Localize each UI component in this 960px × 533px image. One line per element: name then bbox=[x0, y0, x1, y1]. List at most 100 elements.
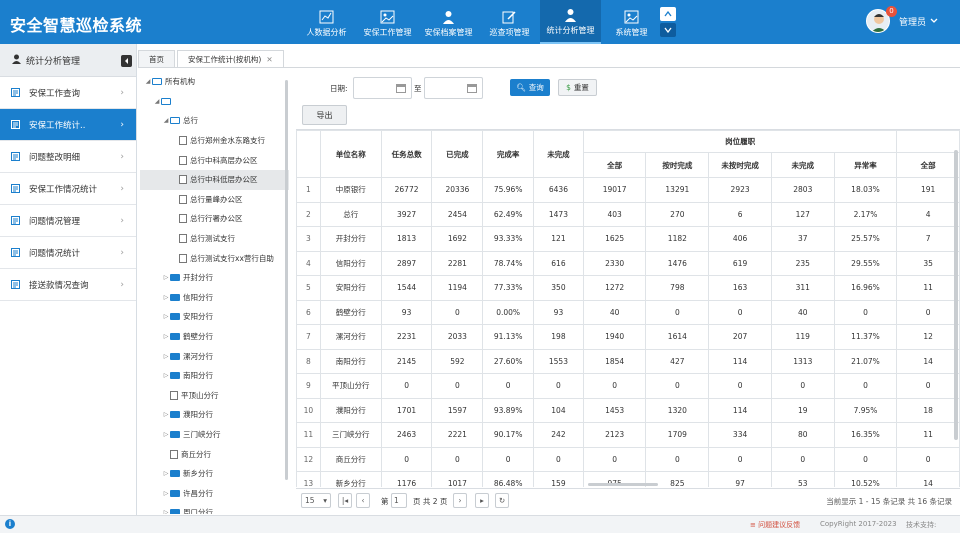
expand-arrow-icon[interactable]: ▷ bbox=[162, 294, 170, 301]
table-row[interactable]: 5 安阳分行 1544 1194 77.33% 350 1272 798 163 311 16.96… bbox=[296, 275, 960, 301]
col-header-sub-2[interactable]: 未按时完成 bbox=[708, 152, 772, 178]
nav-down-icon[interactable] bbox=[660, 23, 676, 37]
nav-item-5[interactable]: 系统管理 bbox=[601, 0, 662, 44]
table-vertical-scrollbar[interactable] bbox=[954, 150, 958, 440]
sidebar-item-6[interactable]: 接送款情况查询 › bbox=[0, 269, 136, 301]
expand-arrow-icon[interactable]: ▷ bbox=[162, 431, 170, 438]
expand-arrow-icon[interactable]: ▷ bbox=[162, 509, 170, 514]
col-header-sub-0[interactable]: 全部 bbox=[582, 152, 647, 178]
expand-arrow-icon[interactable]: ▷ bbox=[162, 313, 170, 320]
tree-node[interactable]: ◢ bbox=[140, 92, 289, 112]
tree-node[interactable]: 平顶山分行 bbox=[140, 386, 289, 406]
expand-arrow-icon[interactable]: ▷ bbox=[162, 274, 170, 281]
tree-scrollbar[interactable] bbox=[285, 80, 288, 480]
table-row[interactable]: 10 濮阳分行 1701 1597 93.89% 104 1453 1320 114 19 7.95… bbox=[296, 397, 960, 423]
collapse-arrow-icon[interactable]: ◢ bbox=[162, 117, 170, 124]
expand-arrow-icon[interactable]: ▷ bbox=[162, 490, 170, 497]
table-horizontal-scrollbar[interactable] bbox=[588, 483, 658, 486]
sidebar-item-5[interactable]: 问题情况统计 › bbox=[0, 237, 136, 269]
col-header-sub-1[interactable]: 按时完成 bbox=[645, 152, 710, 178]
tree-node[interactable]: 总行测试支行 bbox=[140, 229, 289, 249]
search-button[interactable]: 🔍︎ 查询 bbox=[510, 79, 550, 96]
tab-close-icon[interactable]: ✕ bbox=[266, 55, 272, 64]
tree-node[interactable]: 总行中科低层办公区 bbox=[140, 169, 289, 190]
nav-item-1[interactable]: 安保工作管理 bbox=[357, 0, 418, 44]
sidebar-toggle-button[interactable] bbox=[121, 55, 132, 67]
table-row[interactable]: 12 商丘分行 0 0 0 0 0 0 0 0 0 0 bbox=[296, 446, 960, 472]
collapse-arrow-icon[interactable]: ◢ bbox=[153, 98, 161, 105]
notification-badge[interactable]: 0 bbox=[886, 6, 897, 17]
nav-item-0[interactable]: 人数据分析 bbox=[296, 0, 357, 44]
tree-node[interactable]: ▷ 南阳分行 bbox=[140, 366, 289, 386]
tree-node[interactable]: ▷ 安阳分行 bbox=[140, 307, 289, 327]
calendar-icon[interactable] bbox=[467, 84, 477, 93]
tree-node[interactable]: 总行中科高层办公区 bbox=[140, 150, 289, 170]
page-number-input[interactable]: 1 bbox=[391, 493, 407, 508]
table-row[interactable]: 11 三门峡分行 2463 2221 90.17% 242 2123 1709 334 80 16.… bbox=[296, 422, 960, 448]
tree-node[interactable]: ▷ 濮阳分行 bbox=[140, 405, 289, 425]
table-row[interactable]: 1 中原银行 26772 20336 75.96% 6436 19017 13291 2923 2… bbox=[296, 177, 960, 203]
collapse-arrow-icon[interactable]: ◢ bbox=[144, 78, 152, 85]
tree-node[interactable]: ▷ 开封分行 bbox=[140, 268, 289, 288]
export-button[interactable]: 导出 bbox=[302, 105, 347, 125]
expand-arrow-icon[interactable]: ▷ bbox=[162, 333, 170, 340]
tree-node[interactable]: ▷ 周口分行 bbox=[140, 503, 289, 514]
calendar-icon[interactable] bbox=[396, 84, 406, 93]
tree-node[interactable]: ▷ 鹤壁分行 bbox=[140, 327, 289, 347]
next-page-button[interactable]: › bbox=[453, 493, 467, 508]
table-row[interactable]: 3 开封分行 1813 1692 93.33% 121 1625 1182 406 37 25.57… bbox=[296, 226, 960, 252]
expand-arrow-icon[interactable]: ▷ bbox=[162, 411, 170, 418]
feedback-link[interactable]: ≡ 问题建议反馈 bbox=[750, 520, 800, 530]
table-row[interactable]: 8 南阳分行 2145 592 27.60% 1553 1854 427 114 1313 21.0… bbox=[296, 348, 960, 374]
col-header-unit[interactable]: 单位名称 bbox=[319, 130, 382, 178]
page-size-select[interactable]: 15 ▾ bbox=[301, 493, 331, 508]
sidebar-item-2[interactable]: 问题整改明细 › bbox=[0, 141, 136, 173]
tree-node[interactable]: ◢ 总行 bbox=[140, 111, 289, 131]
sidebar-item-1[interactable]: 安保工作统计.. › bbox=[0, 109, 136, 141]
start-date-input[interactable] bbox=[353, 77, 412, 99]
table-row[interactable]: 7 漯河分行 2231 2033 91.13% 198 1940 1614 207 119 11.3… bbox=[296, 324, 960, 350]
col-header-rate[interactable]: 完成率 bbox=[482, 130, 535, 178]
nav-item-3[interactable]: 巡查项管理 bbox=[479, 0, 540, 44]
table-row[interactable]: 4 信阳分行 2897 2281 78.74% 616 2330 1476 619 235 29.5… bbox=[296, 250, 960, 276]
table-row[interactable]: 6 鹤壁分行 93 0 0.00% 93 40 0 0 40 0 0 bbox=[296, 299, 960, 325]
col-header-sub-4[interactable]: 异常率 bbox=[833, 152, 898, 178]
col-header-done[interactable]: 已完成 bbox=[431, 130, 484, 178]
tab-home[interactable]: 首页 bbox=[138, 50, 175, 68]
table-row[interactable]: 9 平顶山分行 0 0 0 0 0 0 0 0 0 0 bbox=[296, 373, 960, 399]
nav-up-icon[interactable] bbox=[660, 7, 676, 21]
end-date-input[interactable] bbox=[424, 77, 483, 99]
tree-node[interactable]: 总行量峰办公区 bbox=[140, 190, 289, 210]
tree-node[interactable]: ◢ 所有机构 bbox=[140, 72, 289, 92]
sidebar-item-0[interactable]: 安保工作查询 › bbox=[0, 77, 136, 109]
tree-node[interactable]: ▷ 漯河分行 bbox=[140, 346, 289, 366]
tree-node[interactable]: ▷ 许昌分行 bbox=[140, 483, 289, 503]
col-header-total[interactable]: 任务总数 bbox=[380, 130, 433, 178]
nav-item-2[interactable]: 安保档案管理 bbox=[418, 0, 479, 44]
expand-arrow-icon[interactable]: ▷ bbox=[162, 372, 170, 379]
tree-node[interactable]: ▷ 三门峡分行 bbox=[140, 425, 289, 445]
nav-item-4[interactable]: 统计分析管理 bbox=[540, 0, 601, 44]
reset-button[interactable]: $ 重置 bbox=[558, 79, 597, 96]
first-page-button[interactable]: |◂ bbox=[338, 493, 352, 508]
last-page-button[interactable]: ▸ bbox=[475, 493, 489, 508]
tree-node[interactable]: 总行测试支行xx营行自助 bbox=[140, 248, 289, 268]
col-header-sub-5[interactable]: 全部 bbox=[896, 152, 960, 178]
table-row[interactable]: 2 总行 3927 2454 62.49% 1473 403 270 6 127 2.17% 4 bbox=[296, 201, 960, 227]
tree-node[interactable]: ▷ 信阳分行 bbox=[140, 288, 289, 308]
expand-arrow-icon[interactable]: ▷ bbox=[162, 470, 170, 477]
tree-node[interactable]: ▷ 新乡分行 bbox=[140, 464, 289, 484]
tree-node[interactable]: 总行行署办公区 bbox=[140, 209, 289, 229]
tree-node[interactable]: 总行郑州金水东路支行 bbox=[140, 131, 289, 151]
user-menu[interactable]: 管理员 bbox=[866, 9, 938, 33]
tab-security-stats[interactable]: 安保工作统计(按机构) ✕ bbox=[177, 50, 284, 68]
col-header-sub-3[interactable]: 未完成 bbox=[770, 152, 835, 178]
expand-arrow-icon[interactable]: ▷ bbox=[162, 353, 170, 360]
refresh-button[interactable]: ↻ bbox=[495, 493, 509, 508]
info-icon[interactable]: i bbox=[5, 519, 15, 529]
prev-page-button[interactable]: ‹ bbox=[356, 493, 370, 508]
sidebar-item-4[interactable]: 问题情况管理 › bbox=[0, 205, 136, 237]
tree-node[interactable]: 商丘分行 bbox=[140, 444, 289, 464]
col-header-undone[interactable]: 未完成 bbox=[533, 130, 584, 178]
sidebar-item-3[interactable]: 安保工作情况统计 › bbox=[0, 173, 136, 205]
